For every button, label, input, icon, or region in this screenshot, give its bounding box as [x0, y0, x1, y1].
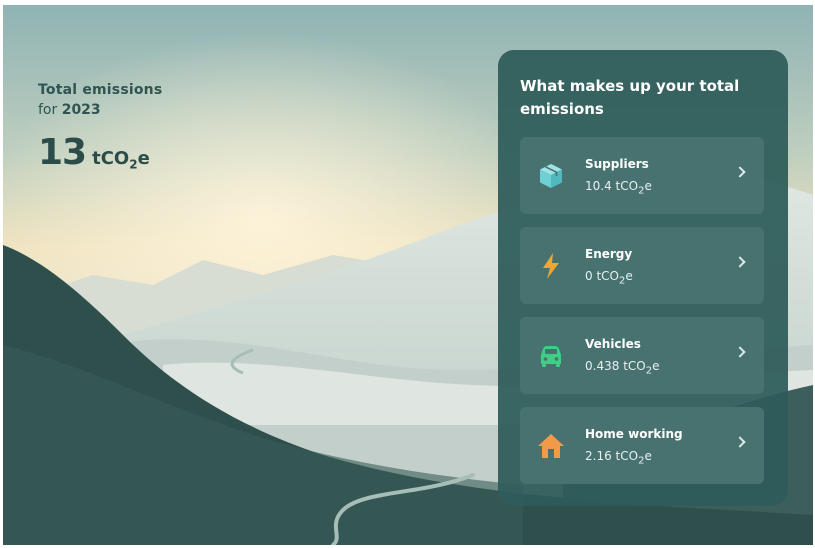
- for-label: for: [38, 102, 58, 118]
- category-card-suppliers[interactable]: Suppliers 10.4 tCO2e: [520, 137, 764, 214]
- total-number: 13: [38, 132, 87, 173]
- category-name: Vehicles: [585, 337, 641, 351]
- chevron-right-icon: [734, 256, 746, 268]
- total-unit: tCO2e: [92, 148, 150, 172]
- chevron-right-icon: [734, 436, 746, 448]
- category-name: Home working: [585, 427, 683, 441]
- emissions-breakdown-panel: What makes up your total emissions Suppl…: [498, 50, 788, 506]
- total-emissions-value: 13 tCO2e: [38, 132, 162, 173]
- year-value: 2023: [61, 102, 101, 118]
- category-name: Energy: [585, 247, 633, 261]
- category-card-energy[interactable]: Energy 0 tCO2e: [520, 227, 764, 304]
- category-name: Suppliers: [585, 157, 649, 171]
- house-icon: [538, 434, 564, 458]
- category-card-vehicles[interactable]: Vehicles 0.438 tCO2e: [520, 317, 764, 394]
- year-label: for 2023: [38, 102, 162, 118]
- category-value: 2.16 tCO2e: [585, 449, 652, 467]
- category-value: 10.4 tCO2e: [585, 179, 652, 197]
- category-value: 0 tCO2e: [585, 269, 633, 287]
- total-emissions-summary: Total emissions for 2023 13 tCO2e: [38, 82, 162, 173]
- category-value: 0.438 tCO2e: [585, 359, 660, 377]
- total-emissions-label: Total emissions: [38, 82, 163, 98]
- emissions-dashboard: Total emissions for 2023 13 tCO2e What m…: [3, 5, 813, 545]
- lightning-icon: [543, 253, 559, 279]
- category-card-home-working[interactable]: Home working 2.16 tCO2e: [520, 407, 764, 484]
- chevron-right-icon: [734, 166, 746, 178]
- breakdown-title: What makes up your total emissions: [520, 77, 740, 118]
- box-icon: [540, 164, 562, 188]
- chevron-right-icon: [734, 346, 746, 358]
- car-icon: [541, 346, 561, 367]
